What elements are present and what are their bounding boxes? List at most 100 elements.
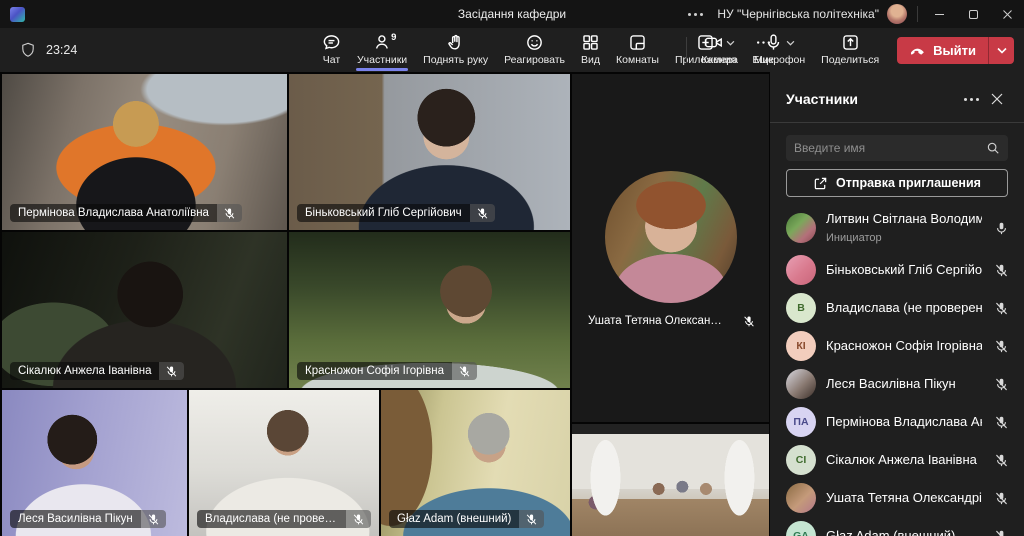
- participant-avatar-initials: ПА: [786, 407, 816, 437]
- search-input[interactable]: [794, 141, 986, 155]
- mic-muted-icon: [519, 510, 544, 528]
- participant-avatar-initials: КІ: [786, 331, 816, 361]
- tile-name-label: Владислава (не проверено): [197, 510, 371, 528]
- raise-hand-icon: [446, 33, 465, 52]
- meeting-timer: 23:24: [46, 43, 77, 57]
- titlebar-divider: [917, 6, 918, 22]
- mic-muted-icon[interactable]: [992, 301, 1010, 316]
- account-avatar[interactable]: [887, 4, 907, 24]
- close-icon: [990, 92, 1004, 106]
- titlebar-overflow-icon[interactable]: [678, 13, 713, 16]
- panel-header: Участники: [770, 72, 1024, 123]
- account-name: НУ "Чернігівська політехніка": [717, 7, 879, 21]
- video-tile-vladyslava[interactable]: Владислава (не проверено): [189, 390, 379, 536]
- toolbar-share-button[interactable]: Поделиться: [813, 31, 887, 69]
- participant-role: Инициатор: [826, 232, 882, 244]
- toolbar-chat-button[interactable]: Чат: [314, 28, 349, 72]
- video-tile-binkovskyi[interactable]: Біньковський Гліб Сергійович: [289, 74, 570, 230]
- mic-muted-icon[interactable]: [992, 263, 1010, 278]
- send-invite-button[interactable]: Отправка приглашения: [786, 169, 1008, 197]
- tile-name-label: Красножон Софія Ігорівна: [297, 362, 477, 380]
- toolbar-react-button[interactable]: Реагировать: [496, 28, 573, 72]
- participant-row[interactable]: Ушата Тетяна Олександрівна: [770, 479, 1024, 517]
- toolbar-divider: [686, 37, 687, 63]
- video-tile-ushata[interactable]: Ушата Тетяна Олександрівна: [572, 74, 769, 422]
- video-tile-glaz[interactable]: Głaz Adam (внешний): [381, 390, 570, 536]
- tile-name-label: Біньковський Гліб Сергійович: [297, 204, 495, 222]
- video-tile-sikaliuk[interactable]: Сікалюк Анжела Іванівна: [2, 232, 287, 388]
- leave-options-button[interactable]: [988, 37, 1014, 64]
- mic-on-icon[interactable]: [992, 221, 1010, 236]
- participant-avatar: [786, 213, 816, 243]
- hang-up-icon: [909, 42, 926, 59]
- close-button[interactable]: [990, 0, 1024, 28]
- minimize-button[interactable]: [922, 0, 956, 28]
- participant-avatar: [786, 369, 816, 399]
- leave-button[interactable]: Выйти: [897, 37, 988, 64]
- participant-row[interactable]: В Владислава (не проверено): [770, 289, 1024, 327]
- leave-split-button: Выйти: [897, 37, 1014, 64]
- mic-muted-icon[interactable]: [992, 453, 1010, 468]
- chat-icon: [322, 33, 341, 52]
- participant-list: Литвин Світлана Володимирі… Инициатор Бі…: [770, 201, 1024, 536]
- mic-muted-icon[interactable]: [992, 529, 1010, 536]
- meeting-title: Засідання кафедри: [458, 7, 566, 21]
- view-grid-icon: [581, 33, 600, 52]
- mic-muted-icon: [346, 510, 371, 528]
- participant-row[interactable]: Литвин Світлана Володимирі… Инициатор: [770, 205, 1024, 251]
- participant-row[interactable]: ПА Пермінова Владислава Анат…: [770, 403, 1024, 441]
- more-icon: [964, 98, 979, 101]
- mic-icon: [764, 33, 783, 52]
- tile-name-label: Леся Василівна Пікун: [10, 510, 166, 528]
- rooms-icon: [628, 33, 647, 52]
- camera-icon: [704, 33, 723, 52]
- toolbar-mic-button[interactable]: Микрофон: [746, 31, 813, 69]
- teams-meeting-window: Засідання кафедри НУ "Чернігівська політ…: [0, 0, 1024, 536]
- participant-avatar: [786, 255, 816, 285]
- toolbar-view-button[interactable]: Вид: [573, 28, 608, 72]
- participant-row[interactable]: КІ Красножон Софія Ігорівна: [770, 327, 1024, 365]
- mic-muted-icon[interactable]: [992, 377, 1010, 392]
- participant-row[interactable]: GA Głaz Adam (внешний): [770, 517, 1024, 536]
- video-tile-krasnozhon[interactable]: Красножон Софія Ігорівна: [289, 232, 570, 388]
- mic-muted-icon: [141, 510, 166, 528]
- participant-avatar-initials: GA: [786, 521, 816, 536]
- panel-more-button[interactable]: [958, 88, 984, 110]
- video-stage: Пермінова Владислава Анатоліївна Біньков…: [0, 72, 770, 536]
- mic-muted-icon: [470, 204, 495, 222]
- tile-name-label: Ушата Тетяна Олександрівна: [580, 312, 761, 330]
- panel-close-button[interactable]: [984, 88, 1010, 110]
- participant-avatar: [605, 171, 737, 303]
- title-bar: Засідання кафедри НУ "Чернігівська політ…: [0, 0, 1024, 28]
- participant-row[interactable]: Біньковський Гліб Сергійович: [770, 251, 1024, 289]
- participants-icon: [373, 33, 392, 52]
- mic-muted-icon: [452, 362, 477, 380]
- app-icon: [10, 7, 25, 22]
- mic-muted-icon: [736, 312, 761, 330]
- mic-muted-icon[interactable]: [992, 339, 1010, 354]
- chevron-down-icon: [726, 40, 735, 46]
- mic-muted-icon[interactable]: [992, 415, 1010, 430]
- video-tile-room-camera[interactable]: [572, 424, 769, 536]
- mic-muted-icon: [217, 204, 242, 222]
- minimize-icon: [934, 9, 945, 20]
- toolbar-rooms-button[interactable]: Комнаты: [608, 28, 667, 72]
- maximize-icon: [968, 9, 979, 20]
- share-invite-icon: [813, 176, 828, 191]
- participant-avatar-initials: В: [786, 293, 816, 323]
- participant-row[interactable]: Леся Василівна Пікун: [770, 365, 1024, 403]
- participant-avatar: [786, 483, 816, 513]
- mic-muted-icon[interactable]: [992, 491, 1010, 506]
- chevron-down-icon: [997, 47, 1007, 54]
- video-tile-pikun[interactable]: Леся Василівна Пікун: [2, 390, 187, 536]
- tile-name-label: Głaz Adam (внешний): [389, 510, 544, 528]
- maximize-button[interactable]: [956, 0, 990, 28]
- toolbar-raise-hand-button[interactable]: Поднять руку: [415, 28, 496, 72]
- video-tile-perminova[interactable]: Пермінова Владислава Анатоліївна: [2, 74, 287, 230]
- participant-row[interactable]: СІ Сікалюк Анжела Іванівна: [770, 441, 1024, 479]
- security-shield-icon: [20, 42, 36, 58]
- toolbar-camera-button[interactable]: Камера: [693, 31, 746, 69]
- share-screen-icon: [841, 33, 860, 52]
- participant-avatar-initials: СІ: [786, 445, 816, 475]
- toolbar-participants-button[interactable]: 9 Участники: [349, 28, 415, 72]
